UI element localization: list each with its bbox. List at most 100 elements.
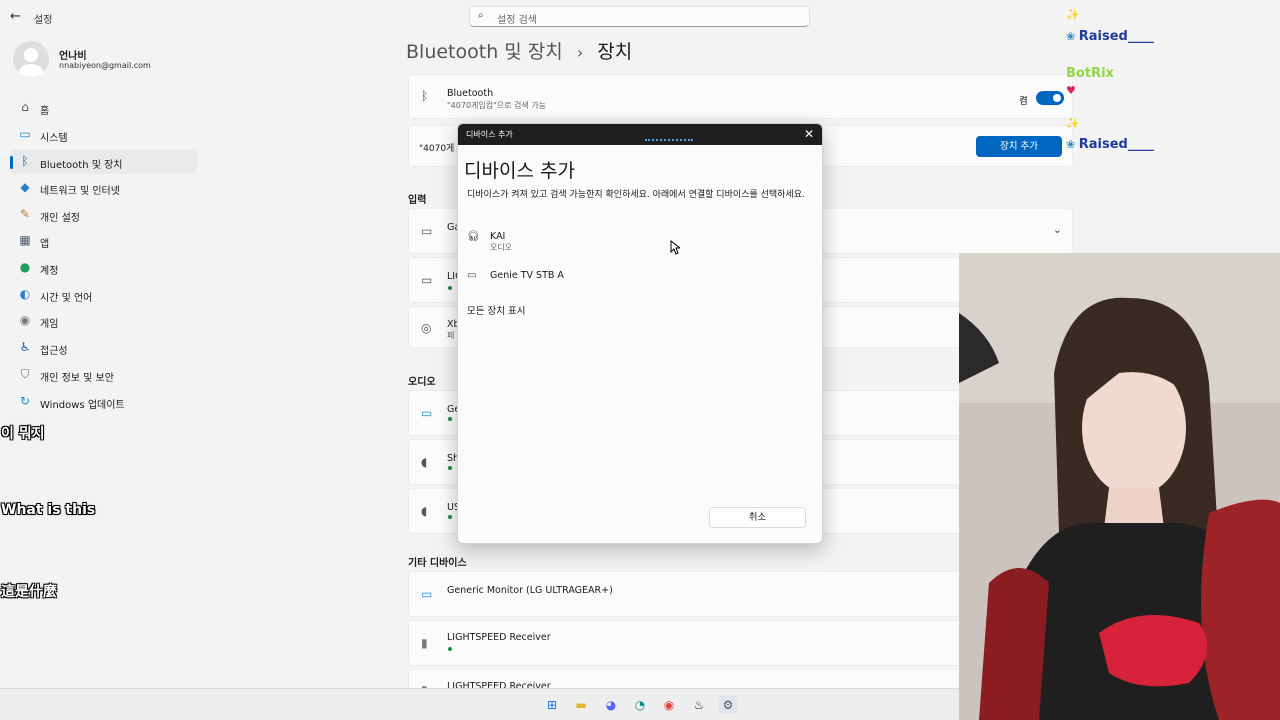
dialog-description: 디바이스가 켜져 있고 검색 가능한지 확인하세요. 아래에서 연결할 디바이스… — [467, 190, 805, 200]
chat-username: Raised____ — [1078, 29, 1154, 44]
monitor-icon: ▭ — [467, 270, 477, 281]
monitor-icon: ▭ — [421, 406, 433, 420]
dialog-heading: 디바이스 추가 — [464, 160, 575, 182]
connected-dot — [448, 286, 452, 290]
account-icon: ● — [19, 260, 31, 274]
gamepad-icon: ◉ — [19, 313, 31, 327]
edge-icon[interactable]: ◔ — [631, 696, 649, 714]
sidebar-item-label: 개인 설정 — [40, 213, 80, 224]
sidebar-item-label: 시스템 — [40, 133, 68, 144]
discord-icon[interactable]: ◕ — [602, 696, 620, 714]
taskbar: ⊞ ▬ ◕ ◔ ◉ ♨ ⚙ — [0, 688, 959, 720]
globe-clock-icon: ◐ — [19, 287, 31, 301]
sidebar-item-windows-update[interactable]: ↻ Windows 업데이트 — [10, 390, 197, 414]
chat-emoji: ✨ — [1066, 117, 1080, 130]
chevron-down-icon[interactable]: ⌄ — [1053, 223, 1062, 236]
bluetooth-card: ᛒ Bluetooth "4070게임컴"으로 검색 가능 켬 — [408, 74, 1073, 119]
speaker-icon: ◖ — [421, 504, 428, 518]
subtitle-english: What is this — [1, 502, 96, 518]
bluetooth-icon: ᛒ — [421, 89, 429, 103]
monitor-icon: ▭ — [19, 127, 31, 141]
connected-dot — [448, 647, 452, 651]
sidebar-item-accounts[interactable]: ● 계정 — [10, 256, 197, 280]
sidebar-item-bluetooth[interactable]: ᛒ Bluetooth 및 장치 — [10, 150, 197, 174]
sidebar-item-accessibility[interactable]: ♿ 접근성 — [10, 336, 197, 360]
webcam-feed — [959, 253, 1280, 720]
search-input[interactable]: ⌕ 설정 검색 — [469, 6, 810, 27]
breadcrumb: Bluetooth 및 장치 › 장치 — [406, 37, 632, 64]
settings-icon[interactable]: ⚙ — [719, 696, 737, 714]
sidebar-item-time-language[interactable]: ◐ 시간 및 언어 — [10, 283, 197, 307]
section-input: 입력 — [408, 195, 427, 206]
start-icon[interactable]: ⊞ — [543, 696, 561, 714]
device-name: LIGHTSPEED Receiver — [447, 632, 551, 643]
show-all-devices-link[interactable]: 모든 장치 표시 — [467, 303, 525, 317]
chat-emoji: ✨ — [1066, 8, 1080, 21]
sidebar-item-label: 게임 — [40, 319, 59, 330]
chat-username: BotRix — [1066, 66, 1114, 81]
chat-badge-icon: ❀ — [1066, 30, 1076, 43]
sidebar-item-network[interactable]: ◆ 네트워크 및 인터넷 — [10, 176, 197, 200]
connected-dot — [448, 466, 452, 470]
device-name: Generic Monitor (LG ULTRAGEAR+) — [447, 585, 613, 596]
sidebar-item-label: 계정 — [40, 266, 59, 277]
speaker-icon: ◖ — [421, 455, 428, 469]
sidebar-item-apps[interactable]: ▦ 앱 — [10, 229, 197, 253]
connected-dot — [448, 417, 452, 421]
option-name: Genie TV STB A — [490, 270, 564, 281]
headphones-icon: 🎧︎ — [467, 231, 480, 242]
steam-icon[interactable]: ♨ — [690, 696, 708, 714]
search-placeholder: 설정 검색 — [497, 15, 537, 26]
usb-receiver-icon: ▮ — [421, 636, 428, 650]
sidebar-item-label: 앱 — [40, 239, 50, 250]
bluetooth-subtitle: "4070게임컴"으로 검색 가능 — [447, 101, 547, 110]
sidebar-item-label: 네트워크 및 인터넷 — [40, 186, 120, 197]
breadcrumb-separator: › — [576, 43, 584, 62]
network-icon: ◆ — [20, 180, 30, 194]
section-other-devices: 기타 디바이스 — [408, 558, 467, 569]
subtitle-korean: 이 뭐지 — [1, 426, 45, 442]
back-arrow-icon[interactable]: ← — [10, 9, 21, 24]
toggle-label: 켬 — [1019, 96, 1028, 107]
chat-message: BotRix — [1066, 66, 1114, 81]
bluetooth-toggle[interactable] — [1036, 91, 1064, 105]
cursor-icon — [670, 240, 680, 255]
chat-heart-icon: ♥ — [1066, 84, 1076, 97]
file-explorer-icon[interactable]: ▬ — [572, 696, 590, 714]
apps-icon: ▦ — [19, 233, 31, 247]
cancel-button[interactable]: 취소 — [709, 507, 806, 528]
avatar[interactable] — [13, 41, 49, 77]
add-device-dialog: 디바이스 추가 ✕ 디바이스 추가 디바이스가 켜져 있고 검색 가능한지 확인… — [457, 123, 823, 544]
shield-icon: ⛉ — [20, 367, 30, 381]
accessibility-icon: ♿ — [19, 340, 31, 354]
chrome-icon[interactable]: ◉ — [660, 696, 678, 714]
user-email: nnabiyeon@gmail.com — [59, 61, 151, 70]
sidebar-item-gaming[interactable]: ◉ 게임 — [10, 309, 197, 333]
home-icon: ⌂ — [21, 100, 29, 114]
device-subtitle: 페 — [447, 331, 455, 340]
sidebar-item-privacy[interactable]: ⛉ 개인 정보 및 보안 — [10, 363, 197, 387]
close-icon[interactable]: ✕ — [804, 127, 814, 141]
user-name: 언나비 — [59, 51, 87, 62]
sidebar-item-system[interactable]: ▭ 시스템 — [10, 123, 197, 147]
gamepad-icon: ◎ — [421, 321, 432, 335]
monitor-icon: ▭ — [421, 587, 433, 601]
sidebar-item-home[interactable]: ⌂ 홈 — [10, 96, 197, 120]
chat-badge-icon: ❀ — [1066, 138, 1076, 151]
section-audio: 오디오 — [408, 377, 436, 388]
sidebar-item-label: 시간 및 언어 — [40, 293, 93, 304]
subtitle-chinese: 這是什麼 — [1, 584, 57, 600]
dialog-title-bar: 디바이스 추가 ✕ — [458, 124, 822, 145]
sidebar-item-label: 홈 — [40, 106, 50, 117]
add-device-button[interactable]: 장치 추가 — [976, 136, 1062, 157]
update-icon: ↻ — [19, 394, 31, 408]
sidebar-item-personalization[interactable]: ✎ 개인 설정 — [10, 203, 197, 227]
search-icon: ⌕ — [478, 10, 484, 21]
progress-dots — [645, 139, 693, 142]
keyboard-icon: ▭ — [421, 273, 433, 287]
sidebar-item-label: 개인 정보 및 보안 — [40, 373, 114, 384]
sidebar-item-label: Windows 업데이트 — [40, 400, 125, 411]
chat-message: ❀ Raised____ — [1066, 29, 1154, 44]
option-name: KAI — [490, 231, 506, 242]
breadcrumb-parent[interactable]: Bluetooth 및 장치 — [406, 41, 563, 63]
